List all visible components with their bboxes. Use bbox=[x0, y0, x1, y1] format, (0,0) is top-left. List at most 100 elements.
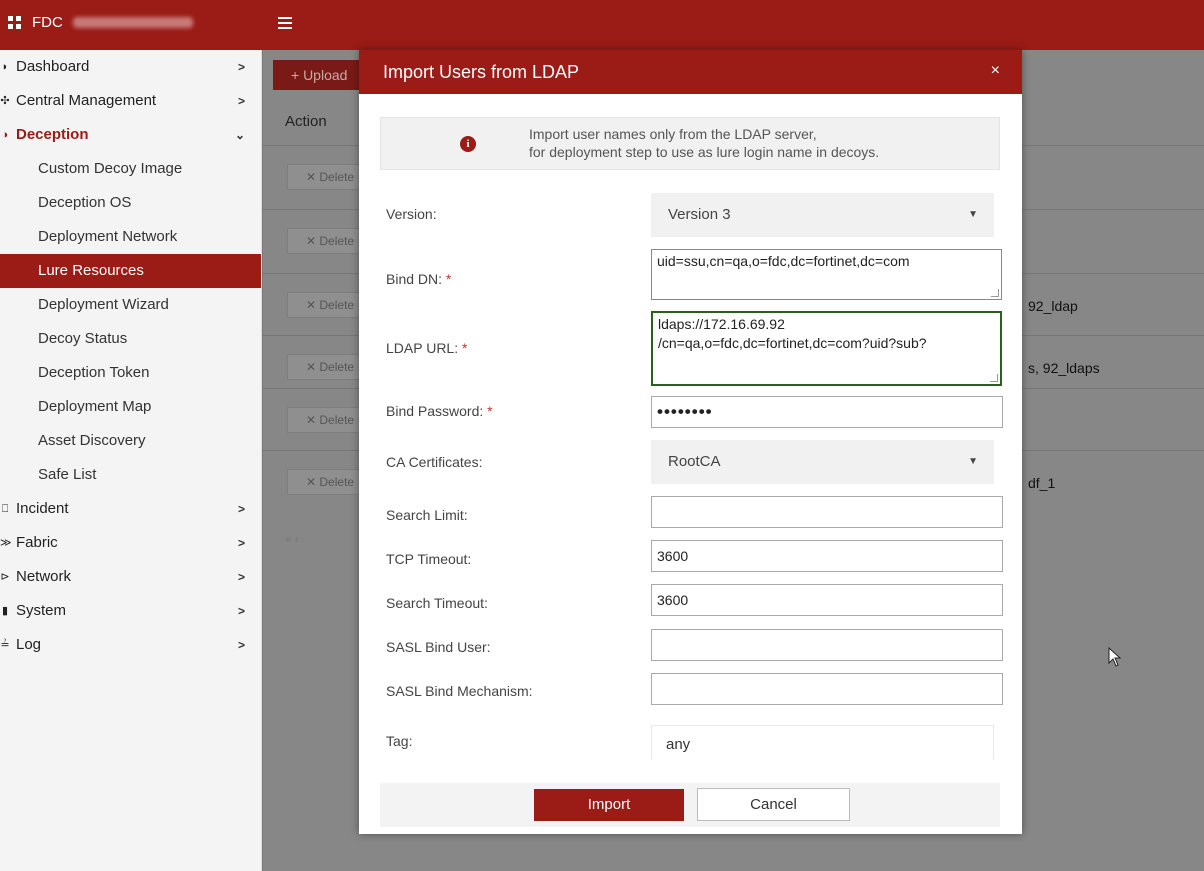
fabric-icon: ≫ bbox=[0, 537, 12, 549]
chevron-right-icon: > bbox=[237, 638, 245, 652]
bind-dn-textarea[interactable]: uid=ssu,cn=qa,o=fdc,dc=fortinet,dc=com bbox=[651, 249, 1002, 300]
incident-icon: ⎕ bbox=[1, 503, 9, 515]
sidebar-subitem-deception-token[interactable]: Deception Token bbox=[0, 356, 261, 390]
import-users-ldap-dialog: Import Users from LDAP × i Import user n… bbox=[359, 50, 1022, 834]
sidebar-item-fabric[interactable]: ≫ Fabric > bbox=[0, 526, 261, 560]
sidebar-item-label: Deception bbox=[16, 126, 89, 143]
row-name: df_1 bbox=[1028, 475, 1056, 491]
cancel-button[interactable]: Cancel bbox=[697, 788, 850, 821]
sidebar-subitem-deployment-map[interactable]: Deployment Map bbox=[0, 390, 261, 424]
sidebar-item-label: Central Management bbox=[16, 92, 157, 109]
required-marker: * bbox=[445, 271, 452, 287]
sidebar-item-label: Log bbox=[16, 636, 42, 653]
sidebar-subitem-custom-decoy-image[interactable]: Custom Decoy Image bbox=[0, 152, 261, 186]
app-logo[interactable]: FDC bbox=[8, 14, 193, 31]
sidebar-subitem-decoy-status[interactable]: Decoy Status bbox=[0, 322, 261, 356]
dropdown-arrow-icon: ▼ bbox=[968, 209, 978, 220]
sidebar-subitem-asset-discovery[interactable]: Asset Discovery bbox=[0, 424, 261, 458]
sidebar-subitem-lure-resources[interactable]: Lure Resources bbox=[0, 254, 261, 288]
bind-dn-value: uid=ssu,cn=qa,o=fdc,dc=fortinet,dc=com bbox=[657, 253, 910, 269]
bind-password-label: Bind Password: * bbox=[386, 403, 493, 419]
row-name: 92_ldap bbox=[1028, 298, 1078, 314]
dashboard-icon: ◗ bbox=[1, 61, 9, 73]
chevron-right-icon: > bbox=[237, 94, 245, 108]
tcp-timeout-label: TCP Timeout: bbox=[386, 551, 472, 567]
menu-toggle-icon[interactable] bbox=[278, 17, 292, 29]
info-line-2: for deployment step to use as lure login… bbox=[529, 144, 880, 160]
search-timeout-input[interactable]: 3600 bbox=[651, 584, 1003, 616]
sasl-bind-user-label: SASL Bind User: bbox=[386, 639, 491, 655]
sasl-bind-mechanism-input[interactable] bbox=[651, 673, 1003, 705]
info-banner: i Import user names only from the LDAP s… bbox=[380, 117, 1000, 170]
sidebar-subitem-safe-list[interactable]: Safe List bbox=[0, 458, 261, 492]
ldap-url-textarea[interactable]: ldaps://172.16.69.92 /cn=qa,o=fdc,dc=for… bbox=[651, 311, 1002, 386]
sidebar-item-label: Network bbox=[16, 568, 72, 585]
ldap-url-label-text: LDAP URL: bbox=[386, 340, 459, 356]
bind-dn-label: Bind DN: * bbox=[386, 271, 451, 287]
ldap-url-line-1: ldaps://172.16.69.92 bbox=[658, 316, 785, 332]
sidebar-item-deception[interactable]: ◑ Deception ⌄ bbox=[0, 118, 261, 152]
log-icon: ≟ bbox=[0, 639, 10, 651]
chevron-right-icon: > bbox=[237, 604, 245, 618]
required-marker: * bbox=[462, 340, 468, 356]
top-bar: FDC bbox=[0, 0, 1204, 50]
app-name: FDC bbox=[32, 14, 63, 31]
info-icon: i bbox=[460, 136, 476, 152]
deception-icon: ◑ bbox=[1, 129, 9, 141]
resize-grip-icon[interactable] bbox=[990, 374, 998, 382]
ldap-url-label: LDAP URL: * bbox=[386, 340, 467, 356]
dialog-title: Import Users from LDAP bbox=[383, 62, 580, 82]
mouse-cursor-icon bbox=[1108, 647, 1122, 667]
sidebar: ◗ Dashboard > ✣ Central Management > ◑ D… bbox=[0, 50, 262, 871]
bind-dn-label-text: Bind DN: bbox=[386, 271, 443, 287]
sidebar-item-log[interactable]: ≟ Log > bbox=[0, 628, 261, 662]
tag-label: Tag: bbox=[386, 733, 413, 749]
row-name: s, 92_ldaps bbox=[1028, 360, 1100, 376]
redacted-hostname bbox=[72, 17, 193, 28]
info-line-1: Import user names only from the LDAP ser… bbox=[529, 126, 817, 142]
chevron-right-icon: > bbox=[237, 570, 245, 584]
tag-input[interactable]: any bbox=[651, 725, 994, 759]
central-management-icon: ✣ bbox=[0, 95, 10, 107]
chevron-right-icon: > bbox=[237, 60, 245, 74]
sidebar-item-central-management[interactable]: ✣ Central Management > bbox=[0, 84, 261, 118]
dialog-footer: Import Cancel bbox=[380, 783, 1000, 827]
dropdown-arrow-icon: ▼ bbox=[968, 456, 978, 467]
sidebar-item-incident[interactable]: ⎕ Incident > bbox=[0, 492, 261, 526]
ldap-url-line-2: /cn=qa,o=fdc,dc=fortinet,dc=com?uid?sub? bbox=[658, 335, 927, 351]
sasl-bind-mechanism-label: SASL Bind Mechanism: bbox=[386, 683, 533, 699]
network-icon: ⊳ bbox=[0, 571, 10, 583]
version-label: Version: bbox=[386, 206, 437, 222]
sidebar-item-label: System bbox=[16, 602, 67, 619]
bind-password-input[interactable]: •••••••• bbox=[651, 396, 1003, 428]
bind-password-label-text: Bind Password: bbox=[386, 403, 484, 419]
sidebar-item-dashboard[interactable]: ◗ Dashboard > bbox=[0, 50, 261, 84]
close-icon[interactable]: × bbox=[991, 62, 1000, 80]
sidebar-subitem-deception-os[interactable]: Deception OS bbox=[0, 186, 261, 220]
sidebar-item-label: Incident bbox=[16, 500, 69, 517]
version-select[interactable]: Version 3 ▼ bbox=[651, 193, 994, 237]
tcp-timeout-input[interactable]: 3600 bbox=[651, 540, 1003, 572]
sidebar-item-system[interactable]: ▮ System > bbox=[0, 594, 261, 628]
sidebar-item-label: Dashboard bbox=[16, 58, 90, 75]
sidebar-item-network[interactable]: ⊳ Network > bbox=[0, 560, 261, 594]
search-limit-input[interactable] bbox=[651, 496, 1003, 528]
sidebar-subitem-deployment-network[interactable]: Deployment Network bbox=[0, 220, 261, 254]
dialog-header: Import Users from LDAP × bbox=[359, 50, 1022, 94]
required-marker: * bbox=[487, 403, 493, 419]
resize-grip-icon[interactable] bbox=[991, 289, 999, 297]
ca-certificates-select[interactable]: RootCA ▼ bbox=[651, 440, 994, 484]
chevron-right-icon: > bbox=[237, 536, 245, 550]
ca-certificates-value: RootCA bbox=[668, 453, 721, 470]
chevron-right-icon: > bbox=[237, 502, 245, 516]
search-limit-label: Search Limit: bbox=[386, 507, 468, 523]
version-value: Version 3 bbox=[668, 206, 731, 223]
sasl-bind-user-input[interactable] bbox=[651, 629, 1003, 661]
pagination-icon[interactable]: « ‹ bbox=[285, 532, 299, 546]
ca-certificates-label: CA Certificates: bbox=[386, 454, 483, 470]
chevron-down-icon: ⌄ bbox=[234, 128, 245, 142]
sidebar-subitem-deployment-wizard[interactable]: Deployment Wizard bbox=[0, 288, 261, 322]
sidebar-item-label: Fabric bbox=[16, 534, 58, 551]
search-timeout-label: Search Timeout: bbox=[386, 595, 488, 611]
import-button[interactable]: Import bbox=[534, 789, 684, 821]
